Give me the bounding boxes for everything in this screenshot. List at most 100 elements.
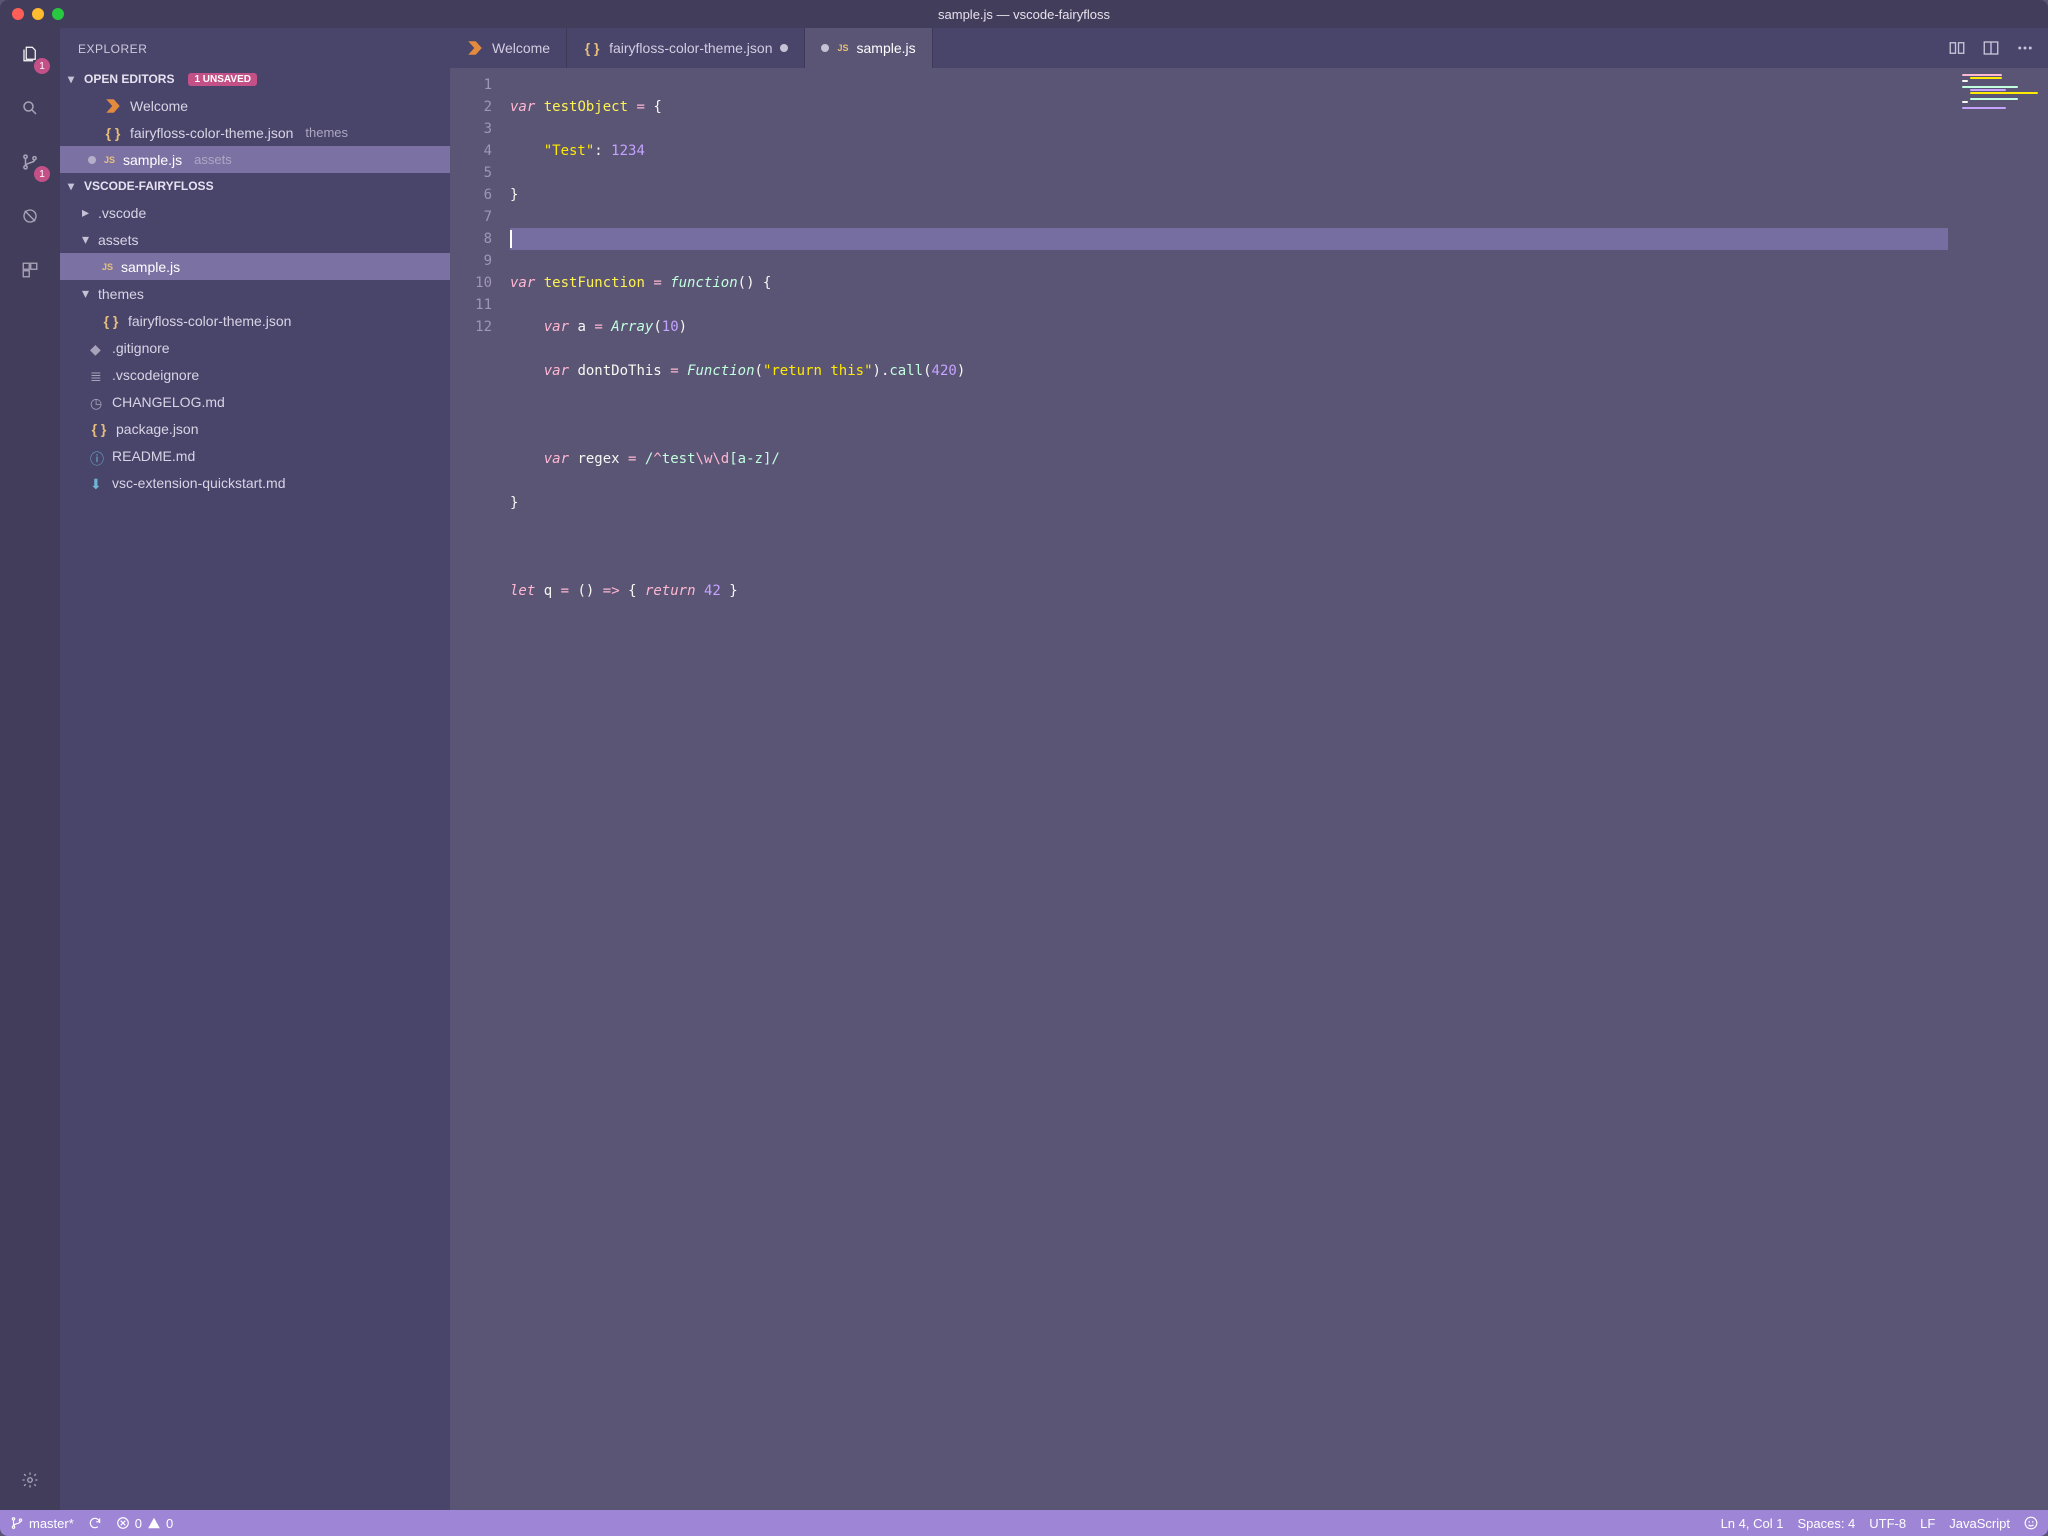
minimap[interactable] xyxy=(1948,68,2048,1510)
editor-body[interactable]: 123456 789101112 var testObject = { "Tes… xyxy=(450,68,2048,1510)
unsaved-badge: 1 UNSAVED xyxy=(188,73,257,86)
editor-area: Welcome { } fairyfloss-color-theme.json … xyxy=(450,28,2048,1510)
chevron-right-icon: ▸ xyxy=(82,204,92,221)
split-editor-icon[interactable] xyxy=(1982,39,2000,57)
modified-dot-icon xyxy=(821,44,829,52)
folder-row[interactable]: ▾ assets xyxy=(60,226,450,253)
more-icon[interactable] xyxy=(2016,39,2034,57)
titlebar: sample.js — vscode-fairyfloss xyxy=(0,0,2048,28)
welcome-icon xyxy=(104,97,122,115)
activity-settings[interactable] xyxy=(14,1464,46,1496)
status-branch[interactable]: master* xyxy=(10,1516,74,1531)
file-row[interactable]: ⬇ vsc-extension-quickstart.md xyxy=(60,469,450,496)
clock-icon: ◷ xyxy=(90,395,104,409)
gear-icon xyxy=(21,1471,39,1489)
open-editors-label: OPEN EDITORS xyxy=(84,72,174,86)
file-row[interactable]: { } fairyfloss-color-theme.json xyxy=(60,307,450,334)
folder-label: .vscode xyxy=(98,205,146,221)
file-label: .vscodeignore xyxy=(112,367,199,383)
modified-dot-icon xyxy=(780,44,788,52)
welcome-icon xyxy=(466,39,484,57)
bug-icon xyxy=(21,207,39,225)
error-count: 0 xyxy=(135,1516,142,1531)
window-title: sample.js — vscode-fairyfloss xyxy=(0,7,2048,22)
project-label: VSCODE-FAIRYFLOSS xyxy=(84,179,214,193)
json-icon: { } xyxy=(104,124,122,142)
lines-icon: ≣ xyxy=(90,368,104,382)
status-sync[interactable] xyxy=(88,1516,102,1530)
warning-count: 0 xyxy=(166,1516,173,1531)
activity-source-control[interactable]: 1 xyxy=(14,146,46,178)
tab-theme-json[interactable]: { } fairyfloss-color-theme.json xyxy=(567,28,805,68)
tab-label: Welcome xyxy=(492,40,550,56)
chevron-down-icon: ▾ xyxy=(68,72,78,86)
status-problems[interactable]: 0 0 xyxy=(116,1516,173,1531)
chevron-down-icon: ▾ xyxy=(68,179,78,193)
branch-name: master* xyxy=(29,1516,74,1531)
file-row[interactable]: ◷ CHANGELOG.md xyxy=(60,388,450,415)
status-language[interactable]: JavaScript xyxy=(1949,1516,2010,1531)
file-row[interactable]: JS sample.js xyxy=(60,253,450,280)
modified-dot-icon xyxy=(88,156,96,164)
tab-welcome[interactable]: Welcome xyxy=(450,28,567,68)
search-icon xyxy=(21,99,39,117)
activity-debug[interactable] xyxy=(14,200,46,232)
activity-search[interactable] xyxy=(14,92,46,124)
js-icon: JS xyxy=(837,43,848,53)
open-editor-item[interactable]: JS sample.js assets xyxy=(60,146,450,173)
diff-icon[interactable] xyxy=(1948,39,1966,57)
warning-icon xyxy=(147,1516,161,1530)
open-editor-label: fairyfloss-color-theme.json xyxy=(130,125,293,141)
open-editor-item[interactable]: { } fairyfloss-color-theme.json themes xyxy=(60,119,450,146)
file-row[interactable]: { } package.json xyxy=(60,415,450,442)
extensions-icon xyxy=(21,261,39,279)
file-row[interactable]: ⓘ README.md xyxy=(60,442,450,469)
file-label: package.json xyxy=(116,421,199,437)
sync-icon xyxy=(88,1516,102,1530)
status-feedback[interactable] xyxy=(2024,1516,2038,1530)
status-spaces[interactable]: Spaces: 4 xyxy=(1797,1516,1855,1531)
status-encoding[interactable]: UTF-8 xyxy=(1869,1516,1906,1531)
smiley-icon xyxy=(2024,1516,2038,1530)
file-label: vsc-extension-quickstart.md xyxy=(112,475,286,491)
code-content[interactable]: var testObject = { "Test": 1234 } var te… xyxy=(510,68,1948,1510)
json-icon: { } xyxy=(583,39,601,57)
json-icon: { } xyxy=(90,420,108,438)
explorer-badge: 1 xyxy=(34,58,50,74)
file-label: fairyfloss-color-theme.json xyxy=(128,313,291,329)
section-open-editors[interactable]: ▾ OPEN EDITORS 1 UNSAVED xyxy=(60,66,450,92)
tab-sample-js[interactable]: JS sample.js xyxy=(805,28,932,68)
line-gutter: 123456 789101112 xyxy=(450,68,510,1510)
folder-row[interactable]: ▾ themes xyxy=(60,280,450,307)
status-position[interactable]: Ln 4, Col 1 xyxy=(1721,1516,1784,1531)
folder-label: themes xyxy=(98,286,144,302)
js-icon: JS xyxy=(104,155,115,165)
file-label: CHANGELOG.md xyxy=(112,394,225,410)
status-bar: master* 0 0 Ln 4, Col 1 Spaces: 4 UTF-8 … xyxy=(0,1510,2048,1536)
tab-label: sample.js xyxy=(857,40,916,56)
activity-extensions[interactable] xyxy=(14,254,46,286)
json-icon: { } xyxy=(102,312,120,330)
editor-actions xyxy=(1934,28,2048,68)
folder-label: assets xyxy=(98,232,138,248)
open-editor-label: Welcome xyxy=(130,98,188,114)
chevron-down-icon: ▾ xyxy=(82,231,92,248)
scm-badge: 1 xyxy=(34,166,50,182)
folder-row[interactable]: ▸ .vscode xyxy=(60,199,450,226)
tab-label: fairyfloss-color-theme.json xyxy=(609,40,772,56)
git-branch-icon xyxy=(10,1516,24,1530)
editor-tabs: Welcome { } fairyfloss-color-theme.json … xyxy=(450,28,2048,68)
open-editor-label: sample.js xyxy=(123,152,182,168)
open-editor-item[interactable]: Welcome xyxy=(60,92,450,119)
file-row[interactable]: ◆ .gitignore xyxy=(60,334,450,361)
sidebar-title: EXPLORER xyxy=(60,28,450,66)
file-row[interactable]: ≣ .vscodeignore xyxy=(60,361,450,388)
arrow-down-icon: ⬇ xyxy=(90,476,104,490)
git-icon: ◆ xyxy=(90,341,104,355)
activity-explorer[interactable]: 1 xyxy=(14,38,46,70)
js-icon: JS xyxy=(102,262,113,272)
status-eol[interactable]: LF xyxy=(1920,1516,1935,1531)
section-project[interactable]: ▾ VSCODE-FAIRYFLOSS xyxy=(60,173,450,199)
file-label: .gitignore xyxy=(112,340,170,356)
open-editor-sublabel: assets xyxy=(194,152,232,167)
